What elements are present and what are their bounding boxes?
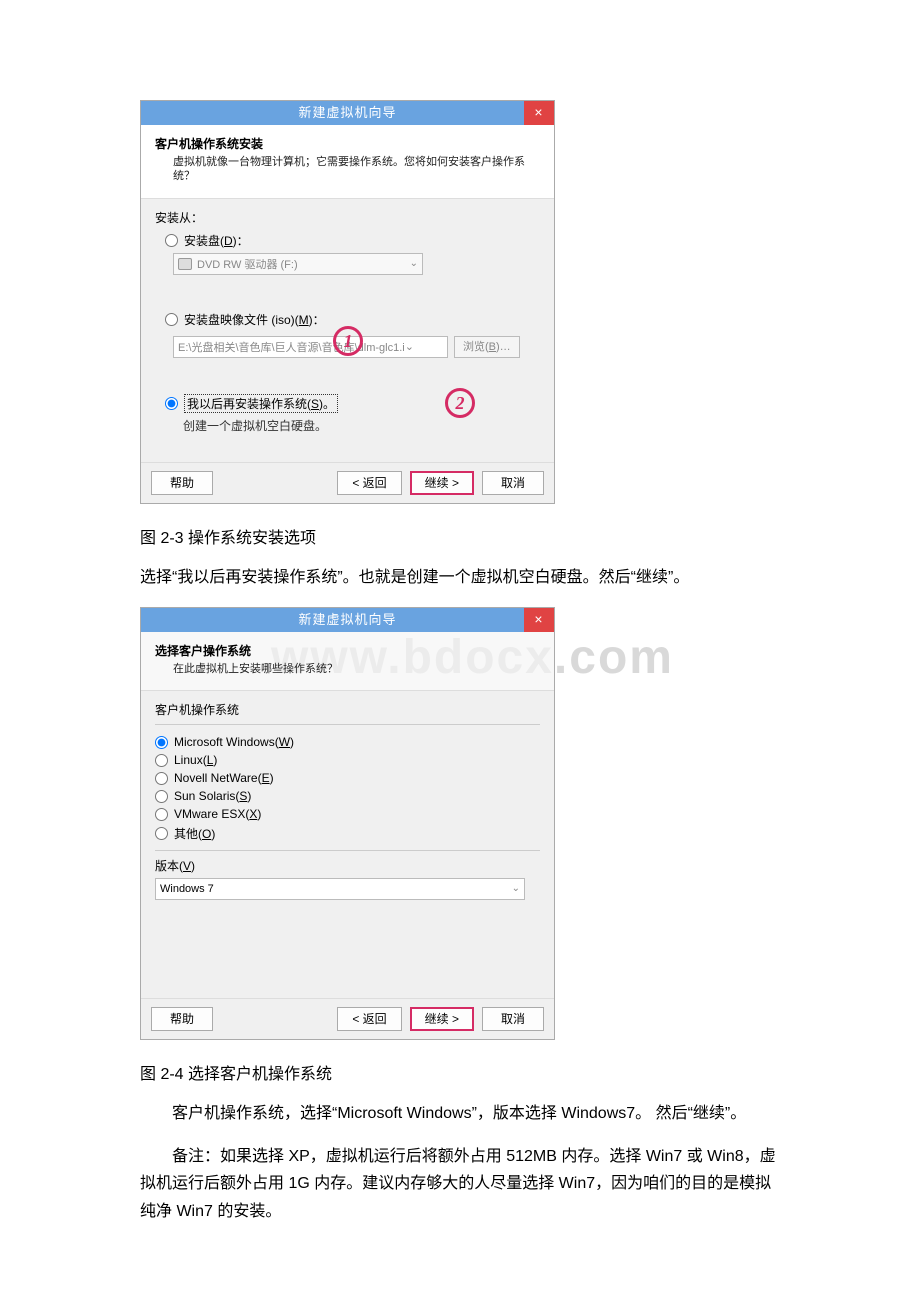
figure-caption-2-4: 图 2-4 选择客户机操作系统 [140,1060,780,1084]
os-label: VMware ESX(X) [174,807,261,821]
radio-install-later[interactable]: 我以后再安装操作系统(S)。 2 [165,394,540,413]
button-bar: 帮助 < 返回 继续 > 取消 [141,462,554,503]
radio-iso-label: 安装盘映像文件 (iso)(M)： [184,311,325,328]
back-button[interactable]: < 返回 [337,1007,401,1031]
chevron-down-icon: ⌄ [410,258,418,269]
chevron-down-icon: ⌄ [512,883,520,894]
chevron-down-icon: ⌄ [405,340,414,353]
radio-install-iso[interactable]: 安装盘映像文件 (iso)(M)： [165,311,540,328]
header-title: 客户机操作系统安装 [155,135,540,152]
radio-input[interactable] [155,790,168,803]
radio-os-windows[interactable]: Microsoft Windows(W) [155,735,540,749]
drive-combo[interactable]: DVD RW 驱动器 (F:) ⌄ [173,253,423,275]
paragraph-note: 备注：如果选择 XP，虚拟机运行后将额外占用 512MB 内存。选择 Win7 … [140,1143,780,1225]
os-group: Microsoft Windows(W) Linux(L) Novell Net… [155,724,540,842]
radio-disc-label: 安装盘(D)： [184,232,249,249]
stamp-1: 1 [333,326,363,356]
dialog-header: 客户机操作系统安装 虚拟机就像一台物理计算机；它需要操作系统。您将如何安装客户操… [141,125,554,199]
back-button[interactable]: < 返回 [337,471,401,495]
stamp-2: 2 [445,388,475,418]
dialog-header: 选择客户操作系统 在此虚拟机上安装哪些操作系统？ [141,632,554,691]
radio-os-netware[interactable]: Novell NetWare(E) [155,771,540,785]
radio-input[interactable] [155,754,168,767]
paragraph-choose-windows: 客户机操作系统，选择“Microsoft Windows”，版本选择 Windo… [140,1100,780,1127]
os-label: Linux(L) [174,753,217,767]
title-text: 新建虚拟机向导 [298,612,396,627]
button-bar: 帮助 < 返回 继续 > 取消 [141,998,554,1039]
help-button[interactable]: 帮助 [151,471,213,495]
iso-line: E:\光盘相关\音色库\巨人音源\音色库\dlm-glc1.i ⌄ 浏览(B)…… [155,332,540,362]
os-label: 其他(O) [174,825,215,842]
header-subtitle: 虚拟机就像一台物理计算机；它需要操作系统。您将如何安装客户操作系统？ [173,155,540,184]
figure-caption-2-3: 图 2-3 操作系统安装选项 [140,524,780,548]
cancel-button[interactable]: 取消 [482,1007,544,1031]
paragraph-choose-later: 选择“我以后再安装操作系统”。也就是创建一个虚拟机空白硬盘。然后“继续”。 [140,564,780,591]
iso-path-combo[interactable]: E:\光盘相关\音色库\巨人音源\音色库\dlm-glc1.i ⌄ [173,336,448,358]
later-hint: 创建一个虚拟机空白硬盘。 [183,417,540,434]
radio-os-linux[interactable]: Linux(L) [155,753,540,767]
drive-label: DVD RW 驱动器 (F:) [197,256,298,272]
dialog-select-os: www.bdocx.com 新建虚拟机向导 × 选择客户操作系统 在此虚拟机上安… [140,607,555,1040]
radio-install-disc[interactable]: 安装盘(D)： [165,232,540,249]
radio-input[interactable] [155,827,168,840]
radio-input[interactable] [155,808,168,821]
install-from-label: 安装从： [155,209,540,226]
browse-button[interactable]: 浏览(B)… [454,336,520,358]
radio-os-esx[interactable]: VMware ESX(X) [155,807,540,821]
close-icon[interactable]: × [524,608,554,632]
help-button[interactable]: 帮助 [151,1007,213,1031]
titlebar: 新建虚拟机向导 × [141,101,554,125]
header-subtitle: 在此虚拟机上安装哪些操作系统？ [173,662,540,676]
os-label: Novell NetWare(E) [174,771,274,785]
version-value: Windows 7 [160,883,214,895]
cancel-button[interactable]: 取消 [482,471,544,495]
iso-path-text: E:\光盘相关\音色库\巨人音源\音色库\dlm-glc1.i [178,339,405,355]
radio-input[interactable] [155,736,168,749]
dialog-install-options: 新建虚拟机向导 × 客户机操作系统安装 虚拟机就像一台物理计算机；它需要操作系统… [140,100,555,504]
version-label: 版本(V) [155,850,540,874]
dialog-body: 客户机操作系统 Microsoft Windows(W) Linux(L) No… [141,691,554,998]
os-label: Microsoft Windows(W) [174,735,294,749]
os-label: Sun Solaris(S) [174,789,251,803]
title-text: 新建虚拟机向导 [298,105,396,120]
radio-disc-input[interactable] [165,234,178,247]
radio-later-label: 我以后再安装操作系统(S)。 [184,394,338,413]
version-combo[interactable]: Windows 7 ⌄ [155,878,525,900]
radio-os-solaris[interactable]: Sun Solaris(S) [155,789,540,803]
radio-os-other[interactable]: 其他(O) [155,825,540,842]
radio-later-input[interactable] [165,397,178,410]
close-icon[interactable]: × [524,101,554,125]
dialog-body: 安装从： 安装盘(D)： DVD RW 驱动器 (F:) ⌄ 安装盘映像文件 (… [141,199,554,462]
header-title: 选择客户操作系统 [155,642,540,659]
next-button[interactable]: 继续 > [410,1007,474,1031]
radio-input[interactable] [155,772,168,785]
guest-os-label: 客户机操作系统 [155,701,540,718]
radio-iso-input[interactable] [165,313,178,326]
titlebar: 新建虚拟机向导 × [141,608,554,632]
next-button[interactable]: 继续 > [410,471,474,495]
drive-icon [178,258,192,270]
